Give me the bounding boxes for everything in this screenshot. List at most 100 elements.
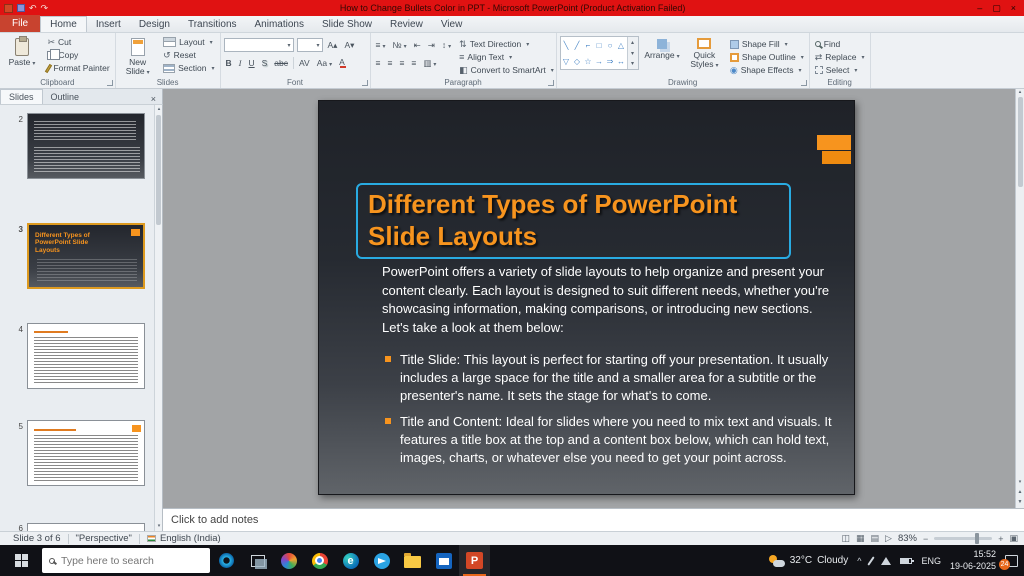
taskbar-search[interactable] — [42, 548, 210, 573]
slideshow-view-button[interactable]: ▷ — [885, 533, 892, 544]
shape-icon[interactable]: → — [594, 53, 605, 69]
shape-icon[interactable]: ⇒ — [605, 53, 616, 69]
section-button[interactable]: Section — [161, 62, 216, 74]
task-view-icon[interactable] — [251, 555, 265, 567]
paragraph-dialog-launcher[interactable] — [548, 80, 554, 86]
language-indicator[interactable]: English (India) — [140, 533, 228, 544]
tab-view[interactable]: View — [432, 16, 472, 32]
tray-chevron-icon[interactable]: ^ — [857, 556, 861, 566]
panel-scrollbar[interactable]: ▴ ▾ — [154, 105, 162, 531]
clipboard-dialog-launcher[interactable] — [107, 80, 113, 86]
shrink-font-icon[interactable]: A▾ — [342, 41, 356, 50]
shape-icon[interactable]: ╲ — [561, 37, 572, 53]
font-dialog-launcher[interactable] — [362, 80, 368, 86]
slide-canvas[interactable]: Different Types of PowerPoint Slide Layo… — [318, 100, 855, 495]
save-icon[interactable] — [17, 4, 25, 12]
shape-outline-button[interactable]: Shape Outline — [728, 51, 806, 63]
paste-button[interactable]: Paste — [3, 36, 41, 78]
zoom-in-button[interactable]: + — [998, 534, 1003, 544]
layout-button[interactable]: Layout — [161, 36, 216, 48]
pen-icon[interactable] — [868, 556, 875, 565]
align-left-button[interactable]: ≡ — [374, 59, 383, 68]
shapes-scroll-down-icon[interactable]: ▾ — [628, 48, 638, 59]
new-slide-button[interactable]: New Slide — [119, 36, 157, 78]
shape-icon[interactable]: ◇ — [572, 53, 583, 69]
shape-icon[interactable]: ☆ — [583, 53, 594, 69]
close-button[interactable]: × — [1011, 4, 1016, 13]
slide-thumbnail-6[interactable] — [27, 523, 145, 531]
slide-thumbnail-5[interactable] — [27, 420, 145, 486]
character-spacing-button[interactable]: AV — [297, 59, 312, 68]
align-center-button[interactable]: ≡ — [385, 59, 394, 68]
taskbar-app-edge[interactable]: e — [335, 545, 366, 576]
scroll-up-icon[interactable]: ▴ — [1019, 89, 1022, 95]
slide-title-box[interactable]: Different Types of PowerPoint Slide Layo… — [356, 183, 791, 259]
slide-thumbnail-4[interactable] — [27, 323, 145, 389]
quick-styles-button[interactable]: Quick Styles — [685, 36, 723, 80]
align-text-button[interactable]: ≡ Align Text — [457, 51, 556, 63]
find-button[interactable]: Find — [813, 38, 867, 50]
panel-scroll-up-icon[interactable]: ▴ — [155, 105, 163, 114]
tab-slides-pane[interactable]: Slides — [0, 89, 43, 104]
fit-to-window-button[interactable]: ▣ — [1009, 533, 1018, 544]
tab-review[interactable]: Review — [381, 16, 432, 32]
change-case-button[interactable]: Aa — [315, 59, 334, 68]
drawing-dialog-launcher[interactable] — [801, 80, 807, 86]
arrange-button[interactable]: Arrange — [643, 37, 681, 81]
battery-icon[interactable] — [900, 558, 912, 564]
minimize-button[interactable]: – — [977, 4, 982, 13]
taskbar-app-colorful[interactable] — [273, 545, 304, 576]
search-input[interactable] — [61, 555, 203, 567]
underline-button[interactable]: U — [246, 59, 256, 68]
text-shadow-button[interactable]: S — [260, 59, 270, 68]
shape-icon[interactable]: ╱ — [572, 37, 583, 53]
tab-design[interactable]: Design — [130, 16, 179, 32]
shape-icon[interactable]: ⌐ — [583, 37, 594, 53]
reading-view-button[interactable]: ▤ — [871, 533, 880, 544]
font-name-select[interactable] — [224, 38, 294, 52]
slide-thumbnail-3[interactable]: Different Types of PowerPoint Slide Layo… — [27, 223, 145, 289]
input-language[interactable]: ENG — [921, 556, 941, 566]
panel-scrollbar-thumb[interactable] — [156, 115, 161, 225]
line-spacing-button[interactable]: ↕ — [440, 41, 453, 50]
justify-button[interactable]: ≡ — [409, 59, 418, 68]
taskbar-app-file-explorer[interactable] — [397, 545, 428, 576]
notes-pane[interactable]: Click to add notes — [163, 508, 1024, 531]
decrease-indent-icon[interactable]: ⇤ — [412, 41, 423, 50]
convert-smartart-button[interactable]: ◧ Convert to SmartArt — [457, 64, 556, 76]
shape-icon[interactable]: ○ — [605, 37, 616, 53]
shapes-scroll-up-icon[interactable]: ▴ — [628, 37, 638, 48]
select-button[interactable]: Select — [813, 64, 867, 76]
shape-effects-button[interactable]: ◉ Shape Effects — [728, 64, 806, 76]
taskbar-clock[interactable]: 15:52 19-06-2025 — [950, 549, 996, 572]
shape-fill-button[interactable]: Shape Fill — [728, 38, 806, 50]
tab-home[interactable]: Home — [40, 16, 87, 32]
taskbar-app-chrome[interactable] — [304, 545, 335, 576]
taskbar-app-messenger[interactable] — [366, 545, 397, 576]
slide-thumbnail-2[interactable] — [27, 113, 145, 179]
tab-insert[interactable]: Insert — [87, 16, 130, 32]
panel-scroll-down-icon[interactable]: ▾ — [155, 522, 163, 531]
shape-icon[interactable]: ▽ — [561, 53, 572, 69]
slide-sorter-view-button[interactable]: ▦ — [856, 533, 865, 544]
close-panel-icon[interactable]: × — [145, 94, 162, 104]
tab-slide-show[interactable]: Slide Show — [313, 16, 381, 32]
taskbar-app-mail[interactable] — [428, 545, 459, 576]
tab-animations[interactable]: Animations — [246, 16, 313, 32]
redo-icon[interactable]: ↷ — [41, 4, 49, 13]
strikethrough-button[interactable]: abc — [272, 59, 290, 68]
format-painter-button[interactable]: Format Painter — [45, 62, 111, 74]
weather-widget[interactable]: 32°C Cloudy — [769, 555, 848, 567]
scroll-down-icon[interactable]: ▾ — [1019, 479, 1022, 485]
replace-button[interactable]: ⇄ Replace — [813, 51, 867, 63]
next-slide-button[interactable]: ▼ — [1018, 499, 1023, 505]
start-button[interactable] — [0, 545, 42, 576]
previous-slide-button[interactable]: ▲ — [1018, 489, 1023, 495]
shape-icon[interactable]: △ — [616, 37, 627, 53]
slide-bullet-list[interactable]: Title Slide: This layout is perfect for … — [385, 351, 837, 467]
tab-file[interactable]: File — [0, 15, 40, 32]
zoom-out-button[interactable]: − — [923, 534, 928, 544]
scrollbar-thumb[interactable] — [1018, 97, 1023, 187]
tab-transitions[interactable]: Transitions — [179, 16, 246, 32]
undo-icon[interactable]: ↶ — [29, 4, 37, 13]
